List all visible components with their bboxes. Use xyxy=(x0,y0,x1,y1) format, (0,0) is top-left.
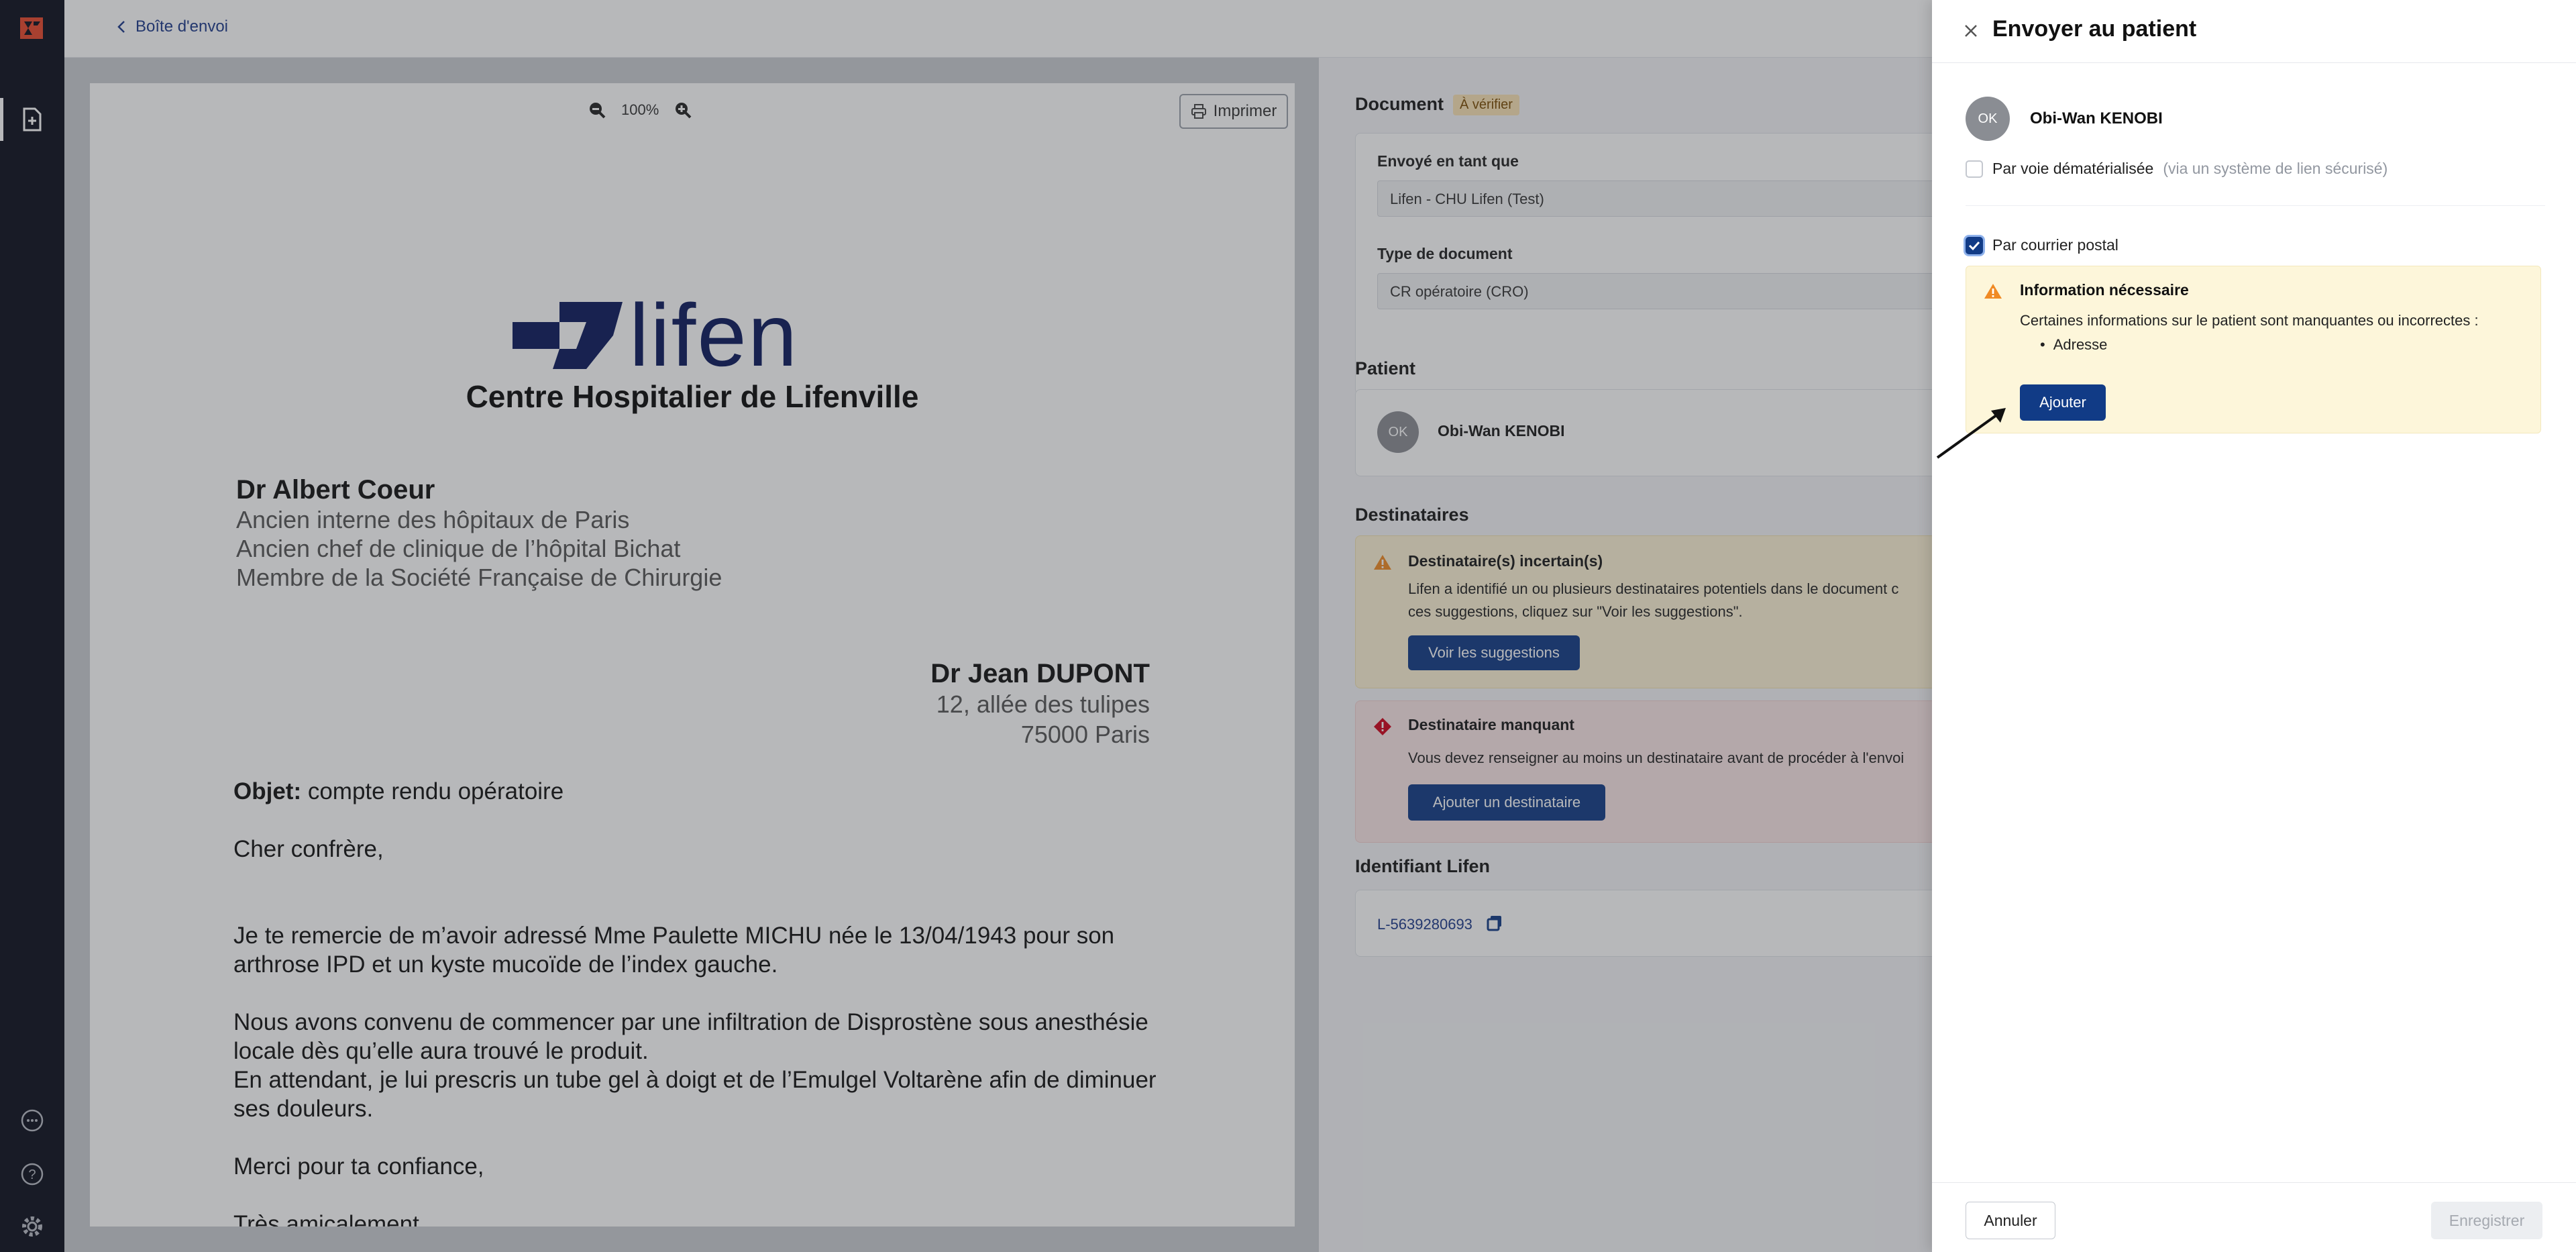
save-button[interactable]: Enregistrer xyxy=(2431,1202,2542,1239)
option-digital-hint: (via un système de lien sécurisé) xyxy=(2163,160,2388,177)
bullet-dot: • xyxy=(2040,336,2045,353)
close-icon[interactable] xyxy=(1962,21,1980,40)
bullet-label: Adresse xyxy=(2053,336,2108,353)
option-postal-label: Par courrier postal xyxy=(1992,236,2118,254)
modal-overlay[interactable] xyxy=(0,0,1932,1252)
info-bullet: • Adresse xyxy=(2040,336,2107,354)
warning-icon xyxy=(1984,284,2002,299)
divider xyxy=(1966,205,2545,206)
patient-name: Obi-Wan KENOBI xyxy=(2030,109,2163,127)
info-text: Certaines informations sur le patient so… xyxy=(2020,312,2479,329)
arrow-pointer-icon xyxy=(1936,408,2006,459)
drawer-footer: Annuler Enregistrer xyxy=(1932,1182,2576,1252)
digital-checkbox[interactable] xyxy=(1966,160,1983,178)
postal-checkbox[interactable] xyxy=(1966,236,1983,254)
cancel-button[interactable]: Annuler xyxy=(1966,1202,2055,1239)
option-digital-label: Par voie dématérialisée xyxy=(1992,160,2154,177)
patient-avatar: OK xyxy=(1966,97,2010,141)
option-postal[interactable]: Par courrier postal xyxy=(1966,236,2118,254)
check-icon xyxy=(1968,241,1980,250)
drawer-header: Envoyer au patient xyxy=(1932,0,2576,63)
option-digital[interactable]: Par voie dématérialisée (via un système … xyxy=(1966,160,2387,178)
info-title: Information nécessaire xyxy=(2020,281,2189,299)
info-required-alert: Information nécessaire Certaines informa… xyxy=(1966,266,2541,433)
drawer-patient: OK Obi-Wan KENOBI xyxy=(1966,97,2163,141)
drawer-title: Envoyer au patient xyxy=(1992,16,2197,42)
add-address-button[interactable]: Ajouter xyxy=(2020,384,2106,421)
send-to-patient-drawer: Envoyer au patient OK Obi-Wan KENOBI Par… xyxy=(1932,0,2576,1252)
